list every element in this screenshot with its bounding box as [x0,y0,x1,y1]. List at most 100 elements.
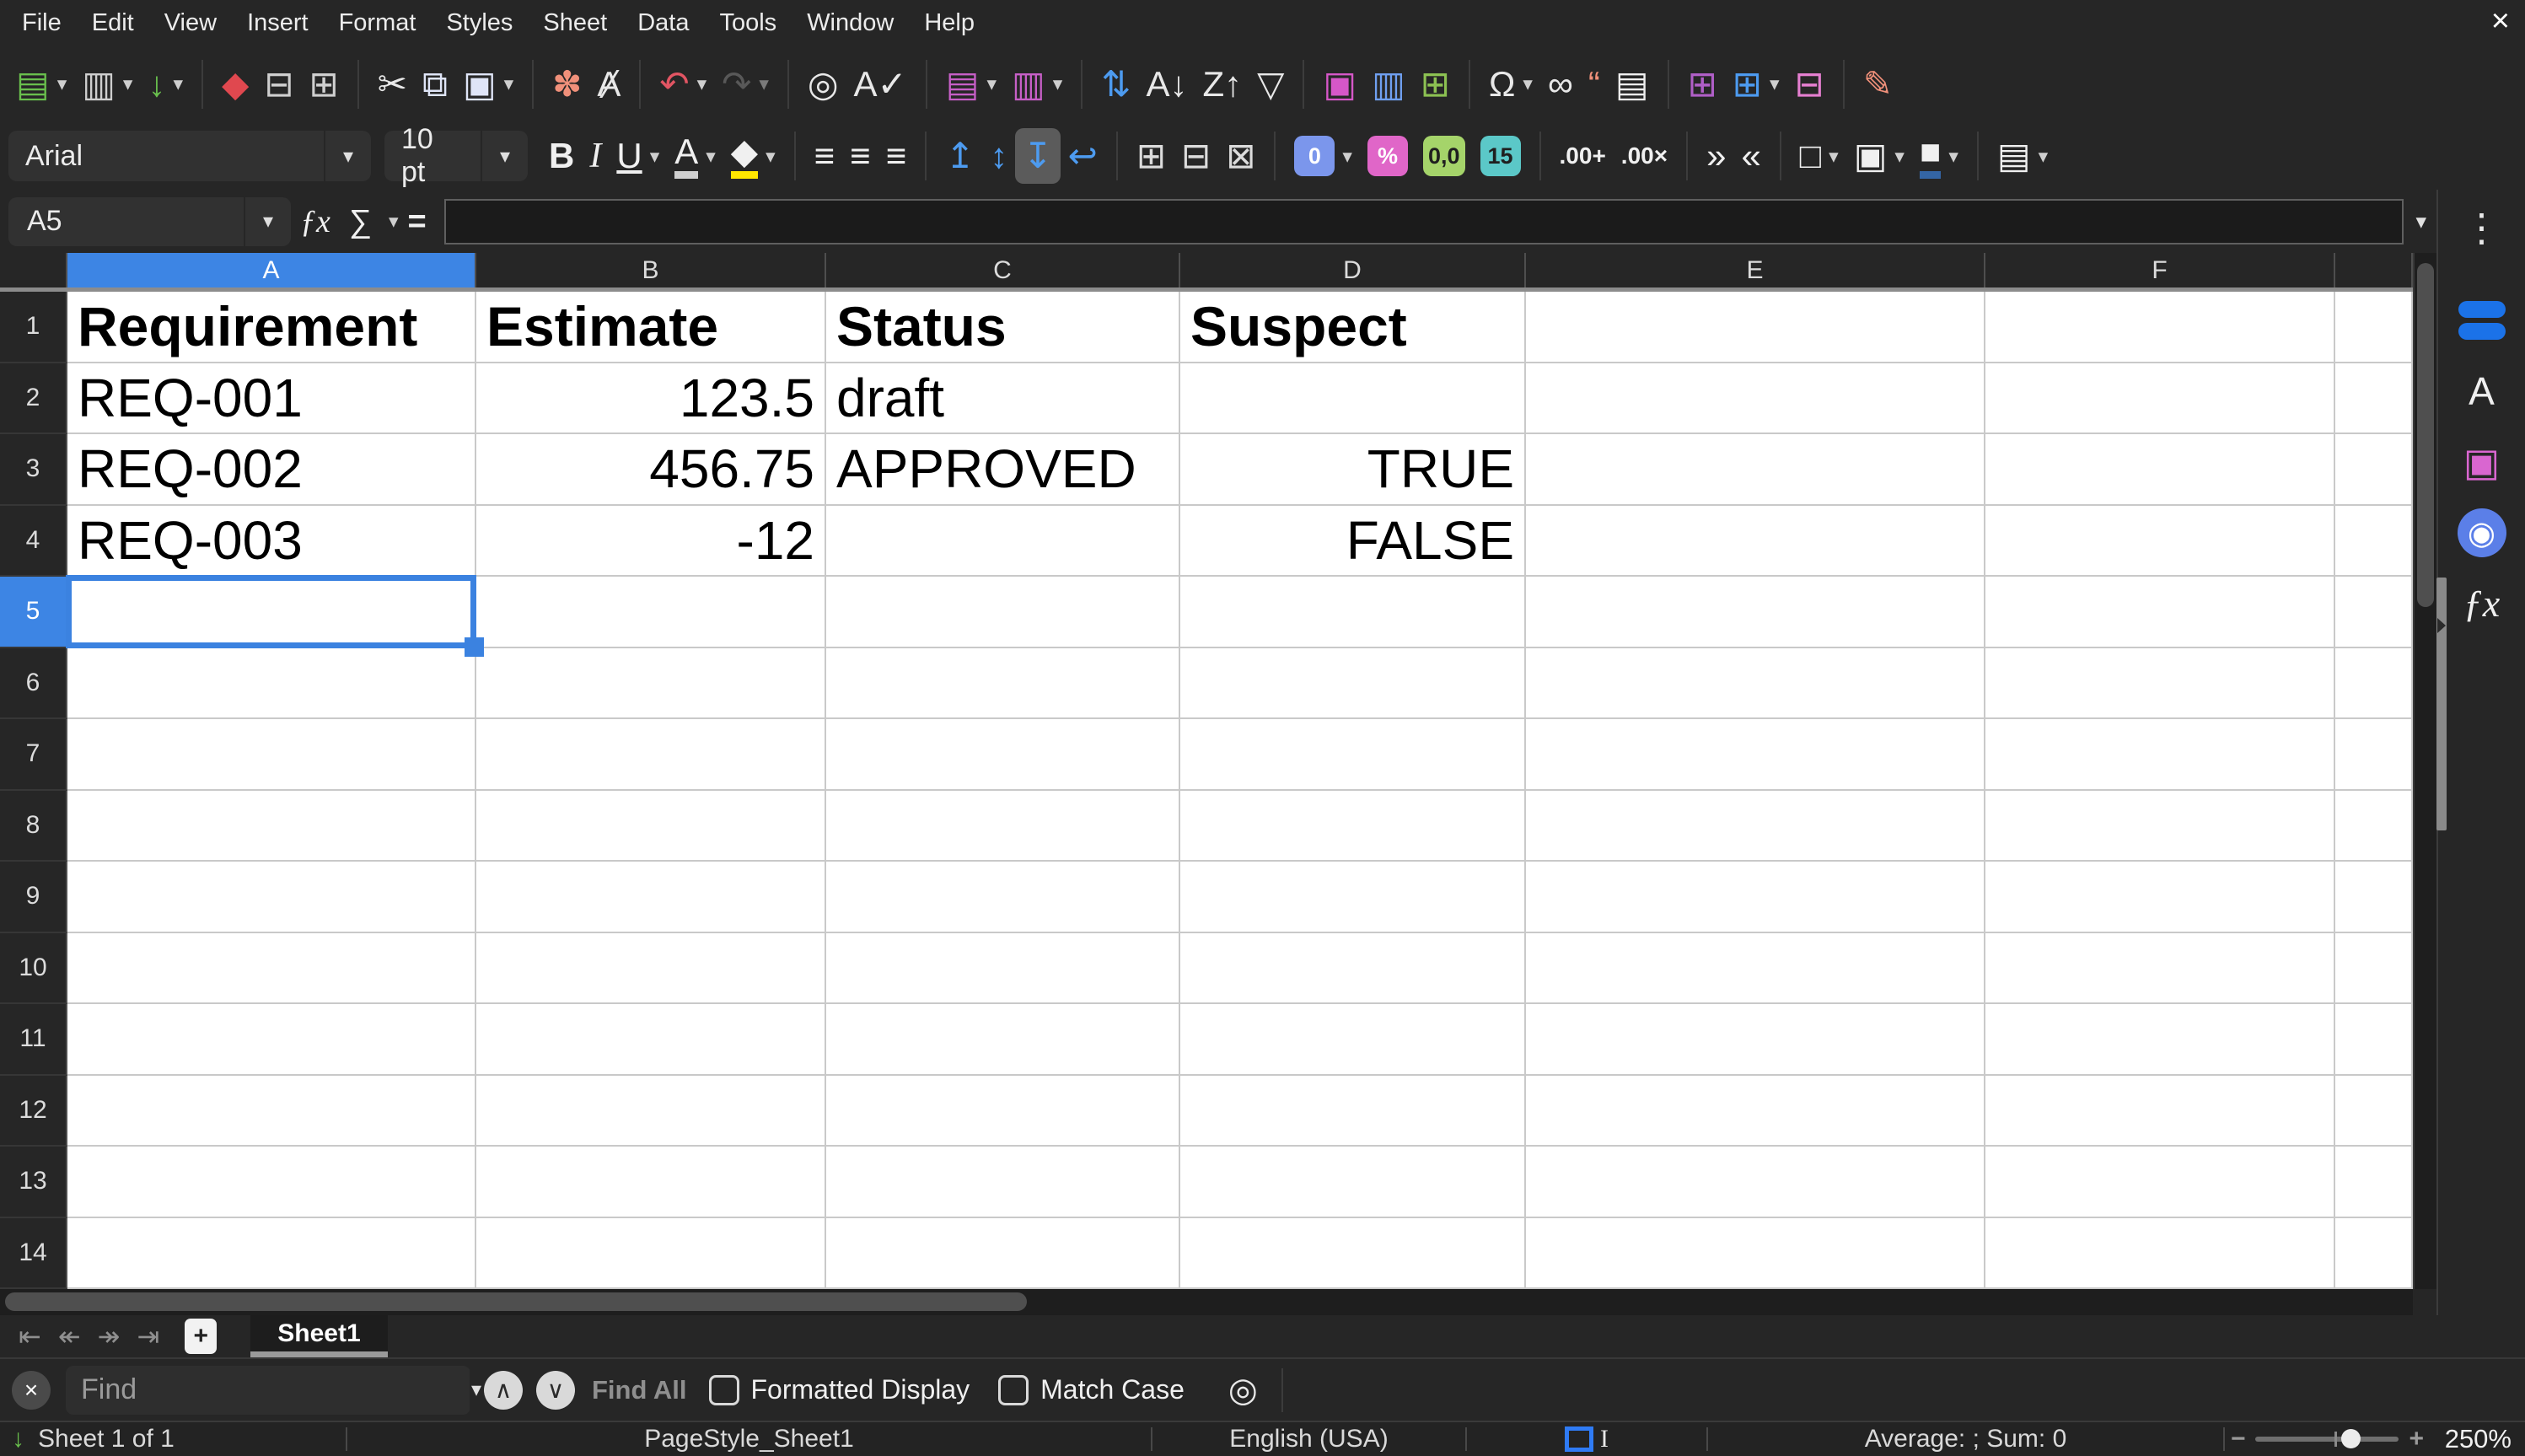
cell-partial-13[interactable] [2335,1147,2413,1218]
cell-E5[interactable] [1526,577,1985,648]
menu-tools[interactable]: Tools [704,4,792,42]
cell-partial-3[interactable] [2335,434,2413,506]
paste-button[interactable]: ▣▾ [455,56,521,112]
sidebar-settings-menu-button[interactable]: ⋮ [2454,200,2510,255]
horizontal-scrollbar[interactable] [0,1289,2413,1315]
cell-D6[interactable] [1180,648,1526,720]
insert-pivot-table-button[interactable]: ⊞ [1413,56,1458,112]
menu-edit[interactable]: Edit [77,4,149,42]
cell-E3[interactable] [1526,434,1985,506]
new-button[interactable]: ▤▾ [8,56,74,112]
cell-E14[interactable] [1526,1218,1985,1290]
cell-B8[interactable] [476,791,826,862]
format-date-button[interactable]: 15 [1473,128,1528,184]
sort-descending-button[interactable]: Z↑ [1195,56,1249,112]
zoom-slider-thumb[interactable] [2341,1429,2361,1448]
cell-A2[interactable]: REQ-001 [67,363,476,435]
select-function-dropdown[interactable]: ▾ [389,210,399,233]
cell-C13[interactable] [826,1147,1180,1218]
spelling-button[interactable]: A✓ [846,56,915,112]
redo-dropdown[interactable]: ▾ [759,73,769,95]
save-button[interactable]: ↓▾ [140,56,191,112]
row-header-12[interactable]: 12 [0,1076,67,1147]
cell-B2[interactable]: 123.5 [476,363,826,435]
name-box[interactable]: A5 ▾ [8,197,291,246]
zoom-in-button[interactable]: + [2409,1425,2424,1453]
find-next-button[interactable]: ∨ [536,1371,575,1410]
show-draw-functions-button[interactable]: ✎ [1856,56,1900,112]
cell-A11[interactable] [67,1004,476,1076]
cell-A6[interactable] [67,648,476,720]
horizontal-scrollbar-thumb[interactable] [5,1292,1027,1311]
font-name-combo[interactable]: Arial▾ [8,131,371,181]
cell-F3[interactable] [1985,434,2335,506]
merge-cells-button[interactable]: ⊟ [1174,128,1218,184]
cell-D3[interactable]: TRUE [1180,434,1526,506]
conditional-formatting-dropdown[interactable]: ▾ [2039,145,2049,168]
previous-sheet-button[interactable]: ↞ [50,1321,89,1351]
cell-partial-8[interactable] [2335,791,2413,862]
cell-partial-2[interactable] [2335,363,2413,435]
border-color-dropdown[interactable]: ▾ [1948,145,1958,168]
headers-footers-button[interactable]: ▤ [1608,56,1657,112]
conditional-formatting-button[interactable]: ▤▾ [1990,128,2055,184]
cell-A4[interactable]: REQ-003 [67,506,476,578]
insert-column-dropdown[interactable]: ▾ [1053,73,1063,95]
cell-partial-10[interactable] [2335,933,2413,1005]
align-right-button[interactable]: ≡ [878,128,915,184]
cell-F6[interactable] [1985,648,2335,720]
cell-C1[interactable]: Status [826,292,1180,363]
delete-decimal-place-button[interactable]: .00× [1614,128,1675,184]
font-color-button[interactable]: A▾ [667,128,723,184]
cell-F8[interactable] [1985,791,2335,862]
borders-button[interactable]: □▾ [1792,128,1846,184]
insert-comment-button[interactable]: “ [1581,56,1608,112]
menu-styles[interactable]: Styles [431,4,528,42]
row-header-11[interactable]: 11 [0,1004,67,1076]
sidebar-properties-button[interactable] [2454,293,2510,348]
cell-partial-12[interactable] [2335,1076,2413,1147]
cell-partial-14[interactable] [2335,1218,2413,1290]
menu-data[interactable]: Data [622,4,704,42]
save-dropdown[interactable]: ▾ [173,73,183,95]
wrap-text-button[interactable]: ↩ [1061,128,1105,184]
cell-F13[interactable] [1985,1147,2335,1218]
cell-C10[interactable] [826,933,1180,1005]
align-left-button[interactable]: ≡ [807,128,843,184]
row-header-4[interactable]: 4 [0,506,67,578]
sidebar-styles-button[interactable]: A [2454,363,2510,419]
autofilter-button[interactable]: ▽ [1249,56,1292,112]
grid-corner[interactable] [0,253,67,287]
cell-partial-4[interactable] [2335,506,2413,578]
cell-partial-11[interactable] [2335,1004,2413,1076]
cell-E13[interactable] [1526,1147,1985,1218]
cell-C6[interactable] [826,648,1180,720]
cell-C11[interactable] [826,1004,1180,1076]
insert-column-button[interactable]: ▥▾ [1004,56,1070,112]
cell-E7[interactable] [1526,719,1985,791]
border-style-dropdown[interactable]: ▾ [1894,145,1904,168]
sidebar-functions-button[interactable]: ƒx [2454,576,2510,631]
column-header-E[interactable]: E [1526,253,1985,287]
cell-E1[interactable] [1526,292,1985,363]
cell-A5[interactable] [67,577,476,648]
formula-input[interactable] [444,199,2404,244]
hyperlink-button[interactable]: ∞ [1540,56,1581,112]
row-header-2[interactable]: 2 [0,363,67,435]
vertical-scrollbar[interactable] [2413,253,2436,1289]
merge-center-cells-button[interactable]: ⊞ [1129,128,1174,184]
freeze-rows-columns-button[interactable]: ⊟ [1787,56,1832,112]
clear-formatting-button[interactable]: Ⱥ [589,56,628,112]
increase-indent-button[interactable]: » [1699,128,1733,184]
row-header-5[interactable]: 5 [0,577,67,648]
cell-E6[interactable] [1526,648,1985,720]
find-history-dropdown[interactable]: ▾ [470,1366,481,1415]
cell-C4[interactable] [826,506,1180,578]
cell-D5[interactable] [1180,577,1526,648]
cell-F7[interactable] [1985,719,2335,791]
language-status[interactable]: English (USA) [1152,1422,1465,1456]
find-replace-button[interactable]: ◎ [800,56,846,112]
sort-ascending-button[interactable]: A↓ [1138,56,1195,112]
cell-D7[interactable] [1180,719,1526,791]
open-dropdown[interactable]: ▾ [123,73,133,95]
